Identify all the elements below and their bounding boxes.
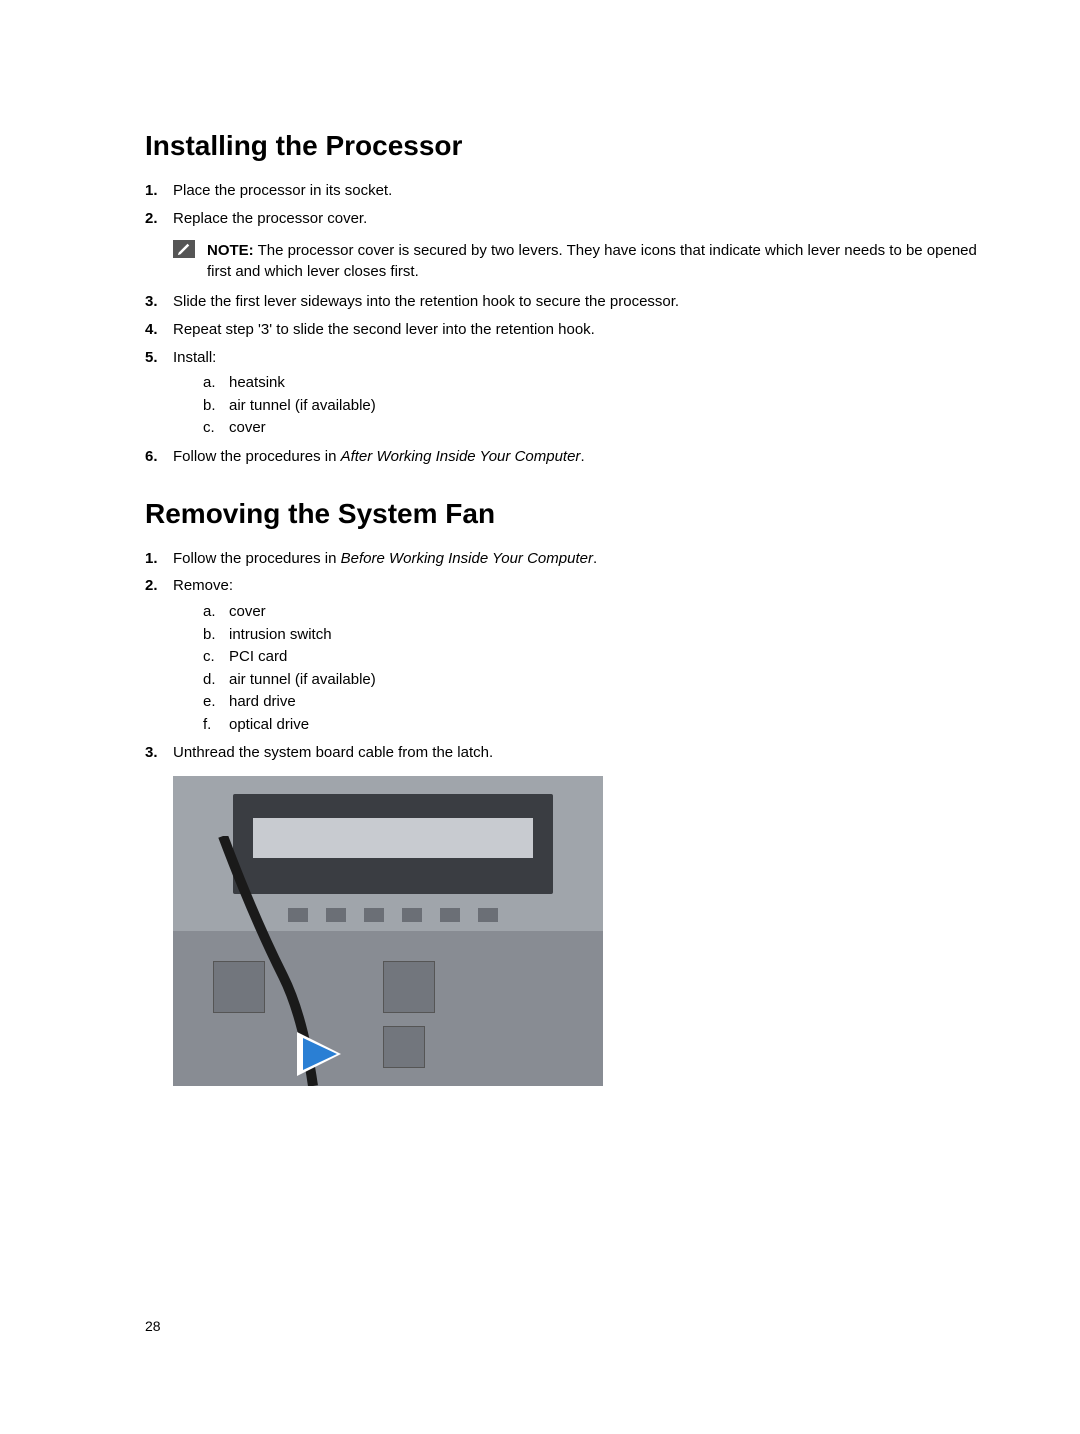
note-body: The processor cover is secured by two le… xyxy=(207,242,977,281)
step-text: Place the processor in its socket. xyxy=(173,180,985,202)
step-number: 4. xyxy=(145,319,173,341)
step-content: Install: a.heatsink b.air tunnel (if ava… xyxy=(173,347,985,440)
document-page: Installing the Processor 1. Place the pr… xyxy=(0,0,1080,1086)
step-text: Follow the procedures in Before Working … xyxy=(173,548,985,570)
step-text: Repeat step '3' to slide the second leve… xyxy=(173,319,985,341)
installing-processor-steps: 1. Place the processor in its socket. 2.… xyxy=(145,180,985,468)
step-prefix: Follow the procedures in xyxy=(173,550,341,567)
sub-letter: a. xyxy=(203,601,229,624)
sub-text: cover xyxy=(229,417,266,440)
sub-letter: c. xyxy=(203,646,229,669)
note-label: NOTE: xyxy=(207,242,254,259)
sub-text: hard drive xyxy=(229,691,296,714)
note-block: NOTE: The processor cover is secured by … xyxy=(173,240,985,284)
step-text: Unthread the system board cable from the… xyxy=(173,742,985,764)
note-text: NOTE: The processor cover is secured by … xyxy=(207,240,985,284)
sub-letter: b. xyxy=(203,395,229,418)
note-icon xyxy=(173,240,195,258)
sub-letter: b. xyxy=(203,624,229,647)
step-item: 1. Place the processor in its socket. xyxy=(145,180,985,202)
step-number: 6. xyxy=(145,446,173,468)
step-content: Remove: a.cover b.intrusion switch c.PCI… xyxy=(173,575,985,736)
sub-item: f.optical drive xyxy=(203,714,985,737)
sub-item: a.cover xyxy=(203,601,985,624)
sub-item: b.intrusion switch xyxy=(203,624,985,647)
remove-subitems: a.cover b.intrusion switch c.PCI card d.… xyxy=(203,601,985,736)
step-number: 3. xyxy=(145,742,173,764)
sub-letter: e. xyxy=(203,691,229,714)
sub-text: intrusion switch xyxy=(229,624,332,647)
step-item: 4. Repeat step '3' to slide the second l… xyxy=(145,319,985,341)
sub-text: PCI card xyxy=(229,646,287,669)
sub-text: heatsink xyxy=(229,372,285,395)
install-subitems: a.heatsink b.air tunnel (if available) c… xyxy=(203,372,985,440)
step-suffix: . xyxy=(580,448,584,465)
page-number: 28 xyxy=(145,1318,161,1334)
sub-letter: f. xyxy=(203,714,229,737)
section-heading-removing-system-fan: Removing the System Fan xyxy=(145,498,985,530)
removing-system-fan-steps: 1. Follow the procedures in Before Worki… xyxy=(145,548,985,764)
step-italic: Before Working Inside Your Computer xyxy=(341,550,593,567)
step-item: 3. Unthread the system board cable from … xyxy=(145,742,985,764)
sub-text: air tunnel (if available) xyxy=(229,395,376,418)
sub-item: d.air tunnel (if available) xyxy=(203,669,985,692)
step-item: 2. Replace the processor cover. NOTE: Th… xyxy=(145,208,985,285)
step-text: Follow the procedures in After Working I… xyxy=(173,446,985,468)
step-number: 2. xyxy=(145,208,173,285)
step-number: 1. xyxy=(145,180,173,202)
sub-letter: c. xyxy=(203,417,229,440)
step-italic: After Working Inside Your Computer xyxy=(341,448,581,465)
sub-letter: a. xyxy=(203,372,229,395)
step-text: Replace the processor cover. xyxy=(173,210,367,227)
step-number: 1. xyxy=(145,548,173,570)
step-prefix: Follow the procedures in xyxy=(173,448,341,465)
step-number: 5. xyxy=(145,347,173,440)
step-content: Replace the processor cover. NOTE: The p… xyxy=(173,208,985,285)
sub-item: b.air tunnel (if available) xyxy=(203,395,985,418)
step-item: 2. Remove: a.cover b.intrusion switch c.… xyxy=(145,575,985,736)
step-number: 2. xyxy=(145,575,173,736)
step-item: 5. Install: a.heatsink b.air tunnel (if … xyxy=(145,347,985,440)
sub-item: c.cover xyxy=(203,417,985,440)
step-item: 6. Follow the procedures in After Workin… xyxy=(145,446,985,468)
sub-text: air tunnel (if available) xyxy=(229,669,376,692)
sub-item: a.heatsink xyxy=(203,372,985,395)
step-text: Install: xyxy=(173,349,216,366)
sub-text: cover xyxy=(229,601,266,624)
sub-text: optical drive xyxy=(229,714,309,737)
figure-system-board-cable xyxy=(173,776,603,1086)
step-suffix: . xyxy=(593,550,597,567)
sub-item: e.hard drive xyxy=(203,691,985,714)
step-text: Slide the first lever sideways into the … xyxy=(173,291,985,313)
sub-item: c.PCI card xyxy=(203,646,985,669)
sub-letter: d. xyxy=(203,669,229,692)
step-item: 3. Slide the first lever sideways into t… xyxy=(145,291,985,313)
step-number: 3. xyxy=(145,291,173,313)
step-text: Remove: xyxy=(173,577,233,594)
section-heading-installing-processor: Installing the Processor xyxy=(145,130,985,162)
step-item: 1. Follow the procedures in Before Worki… xyxy=(145,548,985,570)
